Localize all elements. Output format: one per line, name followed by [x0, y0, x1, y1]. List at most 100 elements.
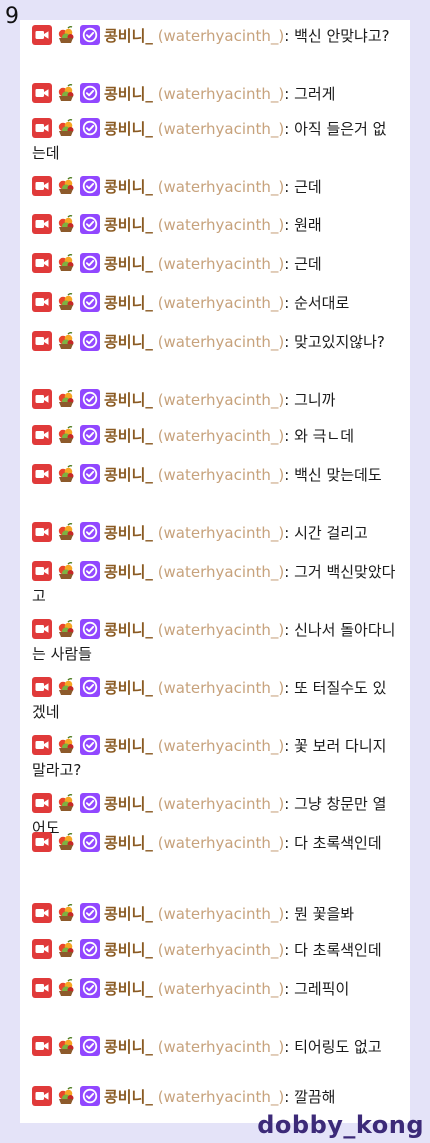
chat-message-text: 맞고있지않나? [294, 333, 385, 351]
chat-username[interactable]: 콩비니_ [104, 120, 153, 138]
chat-message-text: 티어링도 없고 [294, 1038, 382, 1056]
chat-username[interactable]: 콩비니_ [104, 466, 153, 484]
chat-username[interactable]: 콩비니_ [104, 941, 153, 959]
chat-user-id: (waterhyacinth_) [157, 85, 285, 103]
chat-separator: : [284, 737, 295, 755]
fruit-basket-badge-icon [56, 1036, 76, 1056]
chat-message: 콩비니_ (waterhyacinth_): 다 초록색인데 [32, 938, 400, 962]
chat-username[interactable]: 콩비니_ [104, 905, 153, 923]
camera-badge-icon [32, 253, 52, 273]
fruit-basket-badge-icon [56, 832, 76, 852]
camera-badge-icon [32, 389, 52, 409]
chat-username[interactable]: 콩비니_ [104, 1038, 153, 1056]
verified-check-badge-icon [80, 214, 100, 234]
chat-separator: : [284, 391, 295, 409]
chat-message: 콩비니_ (waterhyacinth_): 다 초록색인데 [32, 831, 400, 855]
verified-check-badge-icon [80, 118, 100, 138]
fruit-basket-badge-icon [56, 619, 76, 639]
chat-message-text: 다 초록색인데 [294, 941, 382, 959]
fruit-basket-badge-icon [56, 735, 76, 755]
chat-message: 콩비니_ (waterhyacinth_): 백신 안맞냐고? [32, 24, 400, 48]
chat-username[interactable]: 콩비니_ [104, 679, 153, 697]
chat-message: 콩비니_ (waterhyacinth_): 그러게 [32, 82, 400, 106]
chat-message-text: 백신 안맞냐고? [294, 27, 390, 45]
camera-badge-icon [32, 903, 52, 923]
chat-message-text: 근데 [294, 178, 322, 196]
chat-user-id: (waterhyacinth_) [157, 905, 285, 923]
chat-separator: : [284, 679, 295, 697]
chat-separator: : [284, 255, 295, 273]
chat-user-id: (waterhyacinth_) [157, 216, 285, 234]
chat-username[interactable]: 콩비니_ [104, 255, 153, 273]
chat-user-id: (waterhyacinth_) [157, 120, 285, 138]
chat-user-id: (waterhyacinth_) [157, 27, 285, 45]
verified-check-badge-icon [80, 735, 100, 755]
fruit-basket-badge-icon [56, 561, 76, 581]
chat-separator: : [284, 1038, 295, 1056]
verified-check-badge-icon [80, 389, 100, 409]
verified-check-badge-icon [80, 83, 100, 103]
chat-username[interactable]: 콩비니_ [104, 27, 153, 45]
chat-message-text: 깔끔해 [294, 1088, 336, 1106]
chat-username[interactable]: 콩비니_ [104, 333, 153, 351]
verified-check-badge-icon [80, 522, 100, 542]
chat-username[interactable]: 콩비니_ [104, 1088, 153, 1106]
chat-username[interactable]: 콩비니_ [104, 391, 153, 409]
chat-username[interactable]: 콩비니_ [104, 216, 153, 234]
chat-separator: : [284, 294, 295, 312]
chat-message-text: 와 극ㄴ데 [294, 427, 355, 445]
page-number: 9 [5, 4, 19, 29]
fruit-basket-badge-icon [56, 253, 76, 273]
chat-separator: : [284, 1088, 295, 1106]
chat-username[interactable]: 콩비니_ [104, 524, 153, 542]
chat-user-id: (waterhyacinth_) [157, 941, 285, 959]
chat-username[interactable]: 콩비니_ [104, 178, 153, 196]
chat-user-id: (waterhyacinth_) [157, 737, 285, 755]
fruit-basket-badge-icon [56, 25, 76, 45]
chat-message: 콩비니_ (waterhyacinth_): 맞고있지않나? [32, 330, 400, 354]
chat-username[interactable]: 콩비니_ [104, 834, 153, 852]
chat-user-id: (waterhyacinth_) [157, 679, 285, 697]
camera-badge-icon [32, 522, 52, 542]
chat-separator: : [284, 524, 295, 542]
chat-user-id: (waterhyacinth_) [157, 391, 285, 409]
camera-badge-icon [32, 331, 52, 351]
camera-badge-icon [32, 25, 52, 45]
chat-separator: : [284, 120, 295, 138]
chat-user-id: (waterhyacinth_) [157, 980, 285, 998]
camera-badge-icon [32, 677, 52, 697]
chat-user-id: (waterhyacinth_) [157, 1088, 285, 1106]
chat-username[interactable]: 콩비니_ [104, 795, 153, 813]
fruit-basket-badge-icon [56, 292, 76, 312]
chat-user-id: (waterhyacinth_) [157, 1038, 285, 1056]
camera-badge-icon [32, 793, 52, 813]
chat-username[interactable]: 콩비니_ [104, 563, 153, 581]
fruit-basket-badge-icon [56, 83, 76, 103]
camera-badge-icon [32, 939, 52, 959]
verified-check-badge-icon [80, 832, 100, 852]
verified-check-badge-icon [80, 1036, 100, 1056]
chat-separator: : [284, 834, 295, 852]
chat-message: 콩비니_ (waterhyacinth_): 뭔 꽃을봐 [32, 902, 400, 926]
chat-message: 콩비니_ (waterhyacinth_): 시간 걸리고 [32, 521, 400, 545]
camera-badge-icon [32, 561, 52, 581]
chat-log: 콩비니_ (waterhyacinth_): 백신 안맞냐고? 콩비니_ (wat… [20, 20, 410, 1123]
chat-username[interactable]: 콩비니_ [104, 737, 153, 755]
chat-message-text: 그레픽이 [294, 980, 350, 998]
chat-username[interactable]: 콩비니_ [104, 427, 153, 445]
chat-separator: : [284, 941, 295, 959]
verified-check-badge-icon [80, 1086, 100, 1106]
chat-username[interactable]: 콩비니_ [104, 294, 153, 312]
camera-badge-icon [32, 735, 52, 755]
fruit-basket-badge-icon [56, 939, 76, 959]
chat-separator: : [284, 216, 295, 234]
chat-username[interactable]: 콩비니_ [104, 621, 153, 639]
chat-username[interactable]: 콩비니_ [104, 85, 153, 103]
verified-check-badge-icon [80, 903, 100, 923]
chat-user-id: (waterhyacinth_) [157, 834, 285, 852]
verified-check-badge-icon [80, 25, 100, 45]
chat-username[interactable]: 콩비니_ [104, 980, 153, 998]
camera-badge-icon [32, 176, 52, 196]
fruit-basket-badge-icon [56, 214, 76, 234]
chat-user-id: (waterhyacinth_) [157, 294, 285, 312]
